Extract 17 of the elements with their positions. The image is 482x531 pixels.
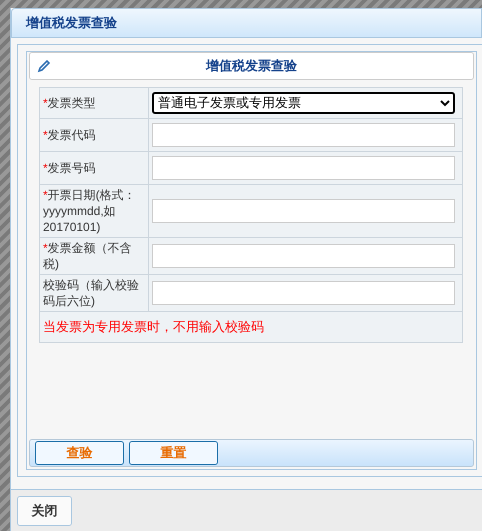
panel-title: 增值税发票查验 [206,58,297,75]
close-button[interactable]: 关闭 [17,496,72,526]
pencil-icon [37,59,51,73]
input-field[interactable] [152,281,455,305]
field-label: *发票类型 [40,88,148,118]
field-label: *发票金额（不含税) [40,238,148,274]
field-label: *开票日期(格式：yyyymmdd,如20170101) [40,184,148,238]
input-field[interactable] [152,156,455,180]
invoice-type-dropdown[interactable]: 普通电子发票或专用发票 [152,92,455,114]
hint-text: 当发票为专用发票时，不用输入校验码 [40,312,462,342]
field-label: 校验码（输入校验码后六位) [40,274,148,312]
field-label: *发票号码 [40,152,148,184]
window-title: 增值税发票查验 [26,15,117,32]
field-label: *发票代码 [40,118,148,152]
input-field[interactable] [152,244,455,268]
input-field[interactable] [152,199,455,223]
input-field[interactable] [152,123,455,147]
